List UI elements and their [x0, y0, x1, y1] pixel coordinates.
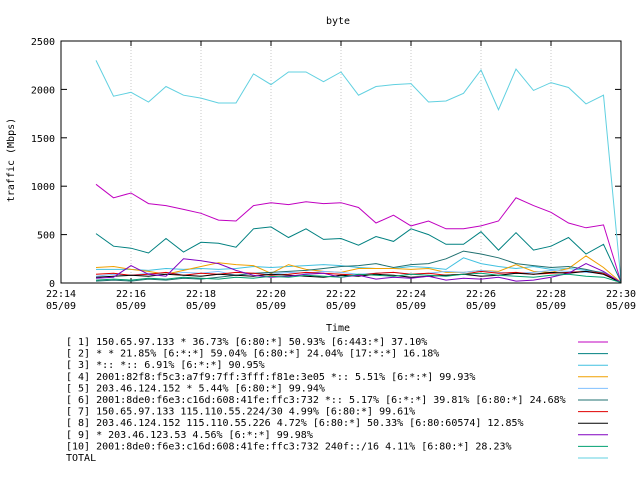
- x-tick-time: 22:20: [256, 289, 286, 300]
- x-tick-time: 22:18: [186, 289, 216, 300]
- chart-title: byte: [326, 16, 350, 27]
- y-tick-label: 2000: [31, 85, 55, 96]
- x-tick-date: 05/09: [396, 301, 426, 312]
- x-tick-time: 22:26: [466, 289, 496, 300]
- legend-label: [ 6] 2001:8de0:f6e3:c16d:608:41fe:ffc3:7…: [66, 395, 566, 406]
- legend-label: [ 9] * 203.46.123.53 4.56% [6:*:*] 99.98…: [66, 430, 313, 441]
- y-tick-label: 500: [37, 231, 55, 242]
- legend-label: [ 1] 150.65.97.133 * 36.73% [6:80:*] 50.…: [66, 337, 427, 348]
- x-tick-time: 22:22: [326, 289, 356, 300]
- x-tick-date: 05/09: [466, 301, 496, 312]
- x-tick-date: 05/09: [326, 301, 356, 312]
- legend-label: [10] 2001:8de0:f6e3:c16d:608:41fe:ffc3:7…: [66, 441, 512, 452]
- legend: [ 1] 150.65.97.133 * 36.73% [6:80:*] 50.…: [66, 337, 608, 464]
- legend-label: [ 7] 150.65.97.133 115.110.55.224/30 4.9…: [66, 407, 415, 418]
- legend-label: [ 8] 203.46.124.152 115.110.55.226 4.72%…: [66, 418, 524, 429]
- chart: byte 05001000150020002500 22:1405/0922:1…: [6, 16, 636, 464]
- legend-label: TOTAL: [66, 453, 96, 464]
- x-tick-time: 22:16: [116, 289, 146, 300]
- y-tick-label: 1000: [31, 182, 55, 193]
- x-tick-date: 05/09: [606, 301, 636, 312]
- y-axis-ticks: 05001000150020002500: [31, 37, 621, 290]
- x-tick-date: 05/09: [536, 301, 566, 312]
- series-lines: [95, 60, 622, 283]
- grid-lines: [60, 41, 622, 283]
- legend-label: [ 3] *:: *:: 6.91% [6:*:*] 90.95%: [66, 360, 265, 371]
- x-tick-date: 05/09: [186, 301, 216, 312]
- x-tick-time: 22:14: [46, 289, 76, 300]
- x-tick-date: 05/09: [256, 301, 286, 312]
- x-tick-time: 22:24: [396, 289, 426, 300]
- y-tick-label: 1500: [31, 134, 55, 145]
- legend-label: [ 4] 2001:82f8:f5c3:a7f9:7ff:3fff:f81e:3…: [66, 372, 475, 383]
- y-axis-label: traffic (Mbps): [6, 118, 17, 202]
- x-tick-date: 05/09: [46, 301, 76, 312]
- x-tick-date: 05/09: [116, 301, 146, 312]
- y-tick-label: 2500: [31, 37, 55, 48]
- legend-label: [ 2] * * 21.85% [6:*:*] 59.04% [6:80:*] …: [66, 349, 439, 360]
- x-tick-time: 22:30: [606, 289, 636, 300]
- x-axis-label: Time: [326, 323, 350, 334]
- x-tick-time: 22:28: [536, 289, 566, 300]
- legend-label: [ 5] 203.46.124.152 * 5.44% [6:80:*] 99.…: [66, 383, 325, 394]
